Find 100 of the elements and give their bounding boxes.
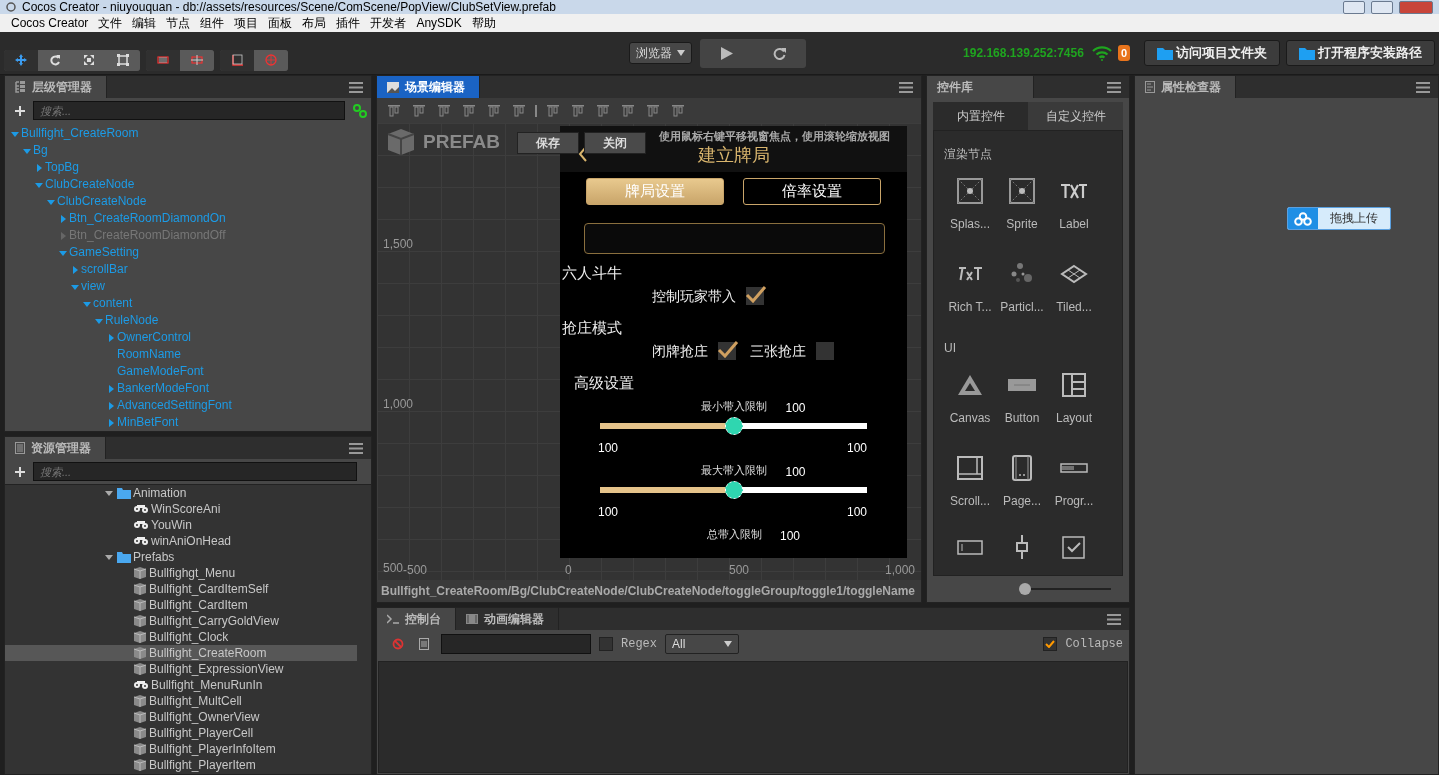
collapse-arrow-icon[interactable] bbox=[95, 316, 103, 325]
link-icon[interactable] bbox=[353, 103, 367, 118]
collapse-arrow-icon[interactable] bbox=[23, 146, 31, 155]
menu-item[interactable]: AnySDK bbox=[411, 14, 467, 32]
asset-item[interactable]: Bullfight_CardItem bbox=[5, 597, 357, 613]
asset-item[interactable]: Bullfight_OwnerView bbox=[5, 709, 357, 725]
checkbox[interactable] bbox=[746, 287, 764, 305]
collapse-arrow-icon[interactable] bbox=[35, 180, 43, 189]
search-field[interactable]: 搜索... bbox=[33, 462, 357, 481]
browser-dropdown[interactable]: 浏览器 bbox=[629, 42, 692, 64]
expand-arrow-icon[interactable] bbox=[107, 333, 115, 342]
widget-item[interactable]: Page... bbox=[996, 454, 1048, 521]
panel-tab[interactable]: 控制台 bbox=[377, 608, 456, 630]
menu-item[interactable]: 项目 bbox=[229, 14, 264, 32]
asset-item[interactable]: Bullfight_CreateRoom bbox=[5, 645, 357, 661]
regex-checkbox[interactable] bbox=[599, 637, 613, 651]
asset-item[interactable]: Prefabs bbox=[5, 549, 357, 565]
menu-item[interactable]: 组件 bbox=[195, 14, 230, 32]
asset-item[interactable]: Bullfight_ExpressionView bbox=[5, 661, 357, 677]
widget-item[interactable]: Scroll... bbox=[944, 454, 996, 521]
tool-button[interactable] bbox=[4, 49, 38, 71]
collapse-arrow-icon[interactable] bbox=[105, 489, 113, 497]
panel-menu-icon[interactable] bbox=[1107, 82, 1121, 93]
expand-arrow-icon[interactable] bbox=[107, 418, 115, 427]
close-button[interactable] bbox=[1399, 0, 1433, 14]
upload-button[interactable]: 拖拽上传 bbox=[1287, 207, 1391, 230]
asset-item[interactable]: Bullfight_Clock bbox=[5, 629, 357, 645]
asset-item[interactable]: Bullfight_CarryGoldView bbox=[5, 613, 357, 629]
menu-item[interactable]: 帮助 bbox=[466, 14, 501, 32]
panel-menu-icon[interactable] bbox=[1107, 614, 1121, 625]
panel-menu-icon[interactable] bbox=[349, 82, 363, 93]
panel-tab[interactable]: 属性检查器 bbox=[1135, 76, 1236, 98]
menu-item[interactable]: 文件 bbox=[93, 14, 128, 32]
expand-arrow-icon[interactable] bbox=[107, 401, 115, 410]
widget-item[interactable]: Splas... bbox=[944, 177, 996, 244]
collapse-arrow-icon[interactable] bbox=[71, 282, 79, 291]
widget-item[interactable]: Rich T... bbox=[944, 260, 996, 327]
tool-button[interactable] bbox=[180, 49, 214, 71]
slider-thumb[interactable] bbox=[724, 417, 743, 435]
add-icon[interactable] bbox=[15, 466, 25, 477]
panel-tab[interactable]: 层级管理器 bbox=[5, 76, 107, 98]
room-name-field[interactable] bbox=[584, 223, 885, 254]
library-tab[interactable]: 内置控件 bbox=[933, 102, 1028, 130]
expand-arrow-icon[interactable] bbox=[107, 384, 115, 393]
expand-arrow-icon[interactable] bbox=[35, 163, 43, 172]
tool-button[interactable] bbox=[38, 49, 72, 71]
checkbox[interactable] bbox=[718, 342, 736, 360]
asset-item[interactable]: Bullfight_MenuRunIn bbox=[5, 677, 357, 693]
menu-item[interactable]: 开发者 bbox=[365, 14, 412, 32]
widget-item[interactable]: Sprite bbox=[996, 177, 1048, 244]
checkbox-icon[interactable] bbox=[1060, 533, 1088, 561]
add-icon[interactable] bbox=[15, 105, 25, 116]
widget-item[interactable]: Tiled... bbox=[1048, 260, 1100, 327]
prefab-action-button[interactable]: 关闭 bbox=[584, 132, 646, 154]
panel-tab[interactable]: 控件库 bbox=[927, 76, 1034, 98]
menu-item[interactable]: 布局 bbox=[297, 14, 332, 32]
log-level-dropdown[interactable]: All bbox=[665, 634, 739, 654]
filter-field[interactable] bbox=[441, 634, 591, 654]
prefab-action-button[interactable]: 保存 bbox=[517, 132, 579, 154]
asset-item[interactable]: Bullfight_PlayerCell bbox=[5, 725, 357, 741]
expand-arrow-icon[interactable] bbox=[71, 265, 79, 274]
asset-item[interactable]: Bullfight_CardItemSelf bbox=[5, 581, 357, 597]
widget-item[interactable]: Canvas bbox=[944, 371, 996, 438]
menu-item[interactable]: 节点 bbox=[161, 14, 196, 32]
asset-item[interactable]: WinScoreAni bbox=[5, 501, 357, 517]
asset-item[interactable]: Bullfight_MultCell bbox=[5, 693, 357, 709]
search-field[interactable]: 搜索... bbox=[33, 101, 345, 120]
collapse-arrow-icon[interactable] bbox=[11, 129, 19, 138]
panel-menu-icon[interactable] bbox=[1416, 82, 1430, 93]
maximize-button[interactable] bbox=[1371, 0, 1393, 14]
widget-item[interactable]: Label bbox=[1048, 177, 1100, 244]
widget-item[interactable]: Layout bbox=[1048, 371, 1100, 438]
asset-item[interactable]: Bullfighgt_Menu bbox=[5, 565, 357, 581]
slider-thumb[interactable] bbox=[724, 481, 743, 499]
collapse-checkbox[interactable] bbox=[1043, 637, 1058, 651]
asset-item[interactable]: winAniOnHead bbox=[5, 533, 357, 549]
panel-tab[interactable]: 资源管理器 bbox=[5, 437, 106, 459]
menu-item[interactable]: 编辑 bbox=[127, 14, 162, 32]
tool-button[interactable] bbox=[106, 49, 140, 71]
widget-item[interactable]: Progr... bbox=[1048, 454, 1100, 521]
zoom-slider-thumb[interactable] bbox=[1019, 583, 1031, 595]
expand-arrow-icon[interactable] bbox=[59, 214, 67, 223]
library-tab[interactable]: 自定义控件 bbox=[1028, 102, 1123, 130]
collapse-arrow-icon[interactable] bbox=[59, 248, 67, 257]
asset-item[interactable]: Bullfight_PlayerItem bbox=[5, 757, 357, 773]
widget-item[interactable]: Particl... bbox=[996, 260, 1048, 327]
collapse-arrow-icon[interactable] bbox=[47, 197, 55, 206]
checkbox[interactable] bbox=[816, 342, 834, 360]
panel-menu-icon[interactable] bbox=[349, 443, 363, 454]
menu-item[interactable]: 面板 bbox=[263, 14, 298, 32]
collapse-arrow-icon[interactable] bbox=[83, 299, 91, 308]
asset-item[interactable]: YouWin bbox=[5, 517, 357, 533]
preview-tab[interactable]: 倍率设置 bbox=[743, 178, 882, 205]
panel-menu-icon[interactable] bbox=[899, 82, 913, 93]
folder-button[interactable]: 打开程序安装路径 bbox=[1286, 40, 1435, 66]
widget-item[interactable]: Button bbox=[996, 371, 1048, 438]
asset-item[interactable]: Bullfight_PlayerInfoItem bbox=[5, 741, 357, 757]
asset-item[interactable]: Animation bbox=[5, 485, 357, 501]
folder-button[interactable]: 访问项目文件夹 bbox=[1144, 40, 1280, 66]
minimize-button[interactable] bbox=[1343, 0, 1365, 14]
